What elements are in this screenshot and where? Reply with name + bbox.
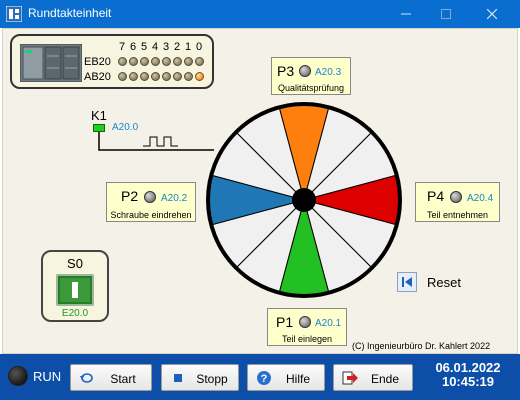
p1-description: Teil einlegen (281, 334, 333, 344)
position-p4: P4 A20.4 Teil entnehmen (415, 182, 500, 222)
reset-label[interactable]: Reset (427, 275, 461, 290)
exit-icon (342, 371, 358, 385)
skip-back-icon (402, 277, 412, 287)
ende-button[interactable]: Ende (333, 364, 413, 391)
reset-button[interactable] (397, 272, 417, 292)
p1-address: A20.1 (315, 318, 342, 329)
run-label: RUN (33, 369, 62, 384)
copyright-text: (C) Ingenieurbüro Dr. Kahlert 2022 (352, 341, 491, 351)
pulse-icon (143, 136, 178, 147)
date-text: 06.01.2022 (435, 360, 501, 375)
p1-name: P1 (276, 314, 294, 330)
stopp-button[interactable]: Stopp (161, 364, 239, 391)
help-icon: ? (257, 371, 271, 385)
p2-lamp (144, 191, 156, 203)
switch-bar-icon (72, 282, 78, 298)
run-indicator (8, 366, 28, 386)
p4-description: Teil entnehmen (426, 210, 489, 220)
hilfe-button[interactable]: ? Hilfe (247, 364, 325, 391)
p4-address: A20.4 (467, 193, 494, 204)
p3-lamp (299, 65, 311, 77)
time-text: 10:45:19 (441, 374, 495, 389)
p2-description: Schraube eindrehen (110, 210, 192, 220)
cycle-icon (80, 373, 93, 383)
p3-description: Qualitätsprüfung (277, 83, 345, 93)
p2-address: A20.2 (161, 193, 188, 204)
ende-label: Ende (370, 372, 400, 386)
turntable-hub (292, 188, 316, 212)
datetime-display: 06.01.2022 10:45:19 (420, 361, 516, 389)
p2-name: P2 (121, 188, 139, 204)
stop-icon (174, 374, 182, 382)
s0-switch-button[interactable] (56, 274, 94, 306)
hilfe-label: Hilfe (285, 372, 310, 386)
p4-name: P4 (427, 188, 445, 204)
p3-address: A20.3 (315, 67, 342, 78)
stopp-label: Stopp (196, 372, 228, 386)
p1-lamp (299, 316, 311, 328)
start-label: Start (110, 372, 136, 386)
svg-text:?: ? (261, 373, 268, 385)
position-p1: P1 A20.1 Teil einlegen (267, 308, 347, 346)
s0-address: E20.0 (61, 308, 89, 319)
position-p3: P3 A20.3 Qualitätsprüfung (271, 57, 351, 95)
start-button[interactable]: Start (70, 364, 152, 391)
s0-label: S0 (67, 256, 83, 271)
p3-name: P3 (277, 63, 295, 79)
p4-lamp (450, 191, 462, 203)
position-p2: P2 A20.2 Schraube eindrehen (106, 182, 196, 222)
s0-panel: S0 E20.0 (41, 250, 109, 322)
